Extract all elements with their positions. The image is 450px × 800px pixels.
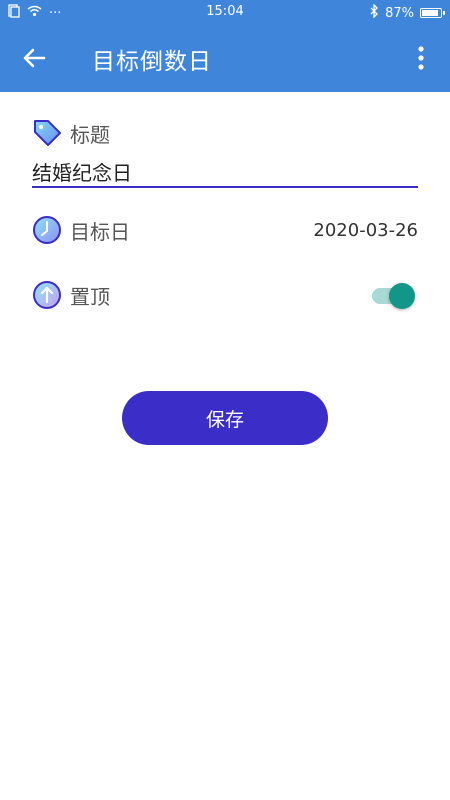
pin-toggle[interactable]: [370, 282, 418, 310]
screen: ··· 15:04 87% 目标倒数日 标题 结婚纪念日 目标日 2020-03…: [0, 0, 450, 800]
pin-label-row: 置顶: [32, 280, 110, 310]
arrow-up-circle-icon: [32, 280, 62, 310]
status-right: 87%: [370, 3, 445, 22]
bluetooth-icon: [370, 3, 379, 22]
title-label: 标题: [70, 122, 110, 147]
target-date-value[interactable]: 2020-03-26: [313, 220, 418, 241]
battery-percent: 87%: [385, 5, 414, 21]
battery-icon: [420, 8, 445, 18]
pin-label: 置顶: [70, 284, 110, 309]
title-label-row: 标题: [32, 118, 110, 148]
clock-icon: [32, 215, 62, 245]
more-vert-icon[interactable]: [416, 44, 426, 72]
page-title: 目标倒数日: [92, 49, 212, 75]
target-date-label-row: 目标日: [32, 215, 130, 245]
save-button[interactable]: 保存: [122, 391, 328, 445]
target-date-label: 目标日: [70, 219, 130, 244]
arrow-left-icon[interactable]: [20, 43, 50, 73]
title-input[interactable]: [32, 156, 418, 188]
toggle-thumb: [389, 283, 415, 309]
tag-icon: [32, 118, 62, 148]
app-bar: 目标倒数日: [0, 26, 450, 92]
status-bar: ··· 15:04 87%: [0, 0, 450, 26]
